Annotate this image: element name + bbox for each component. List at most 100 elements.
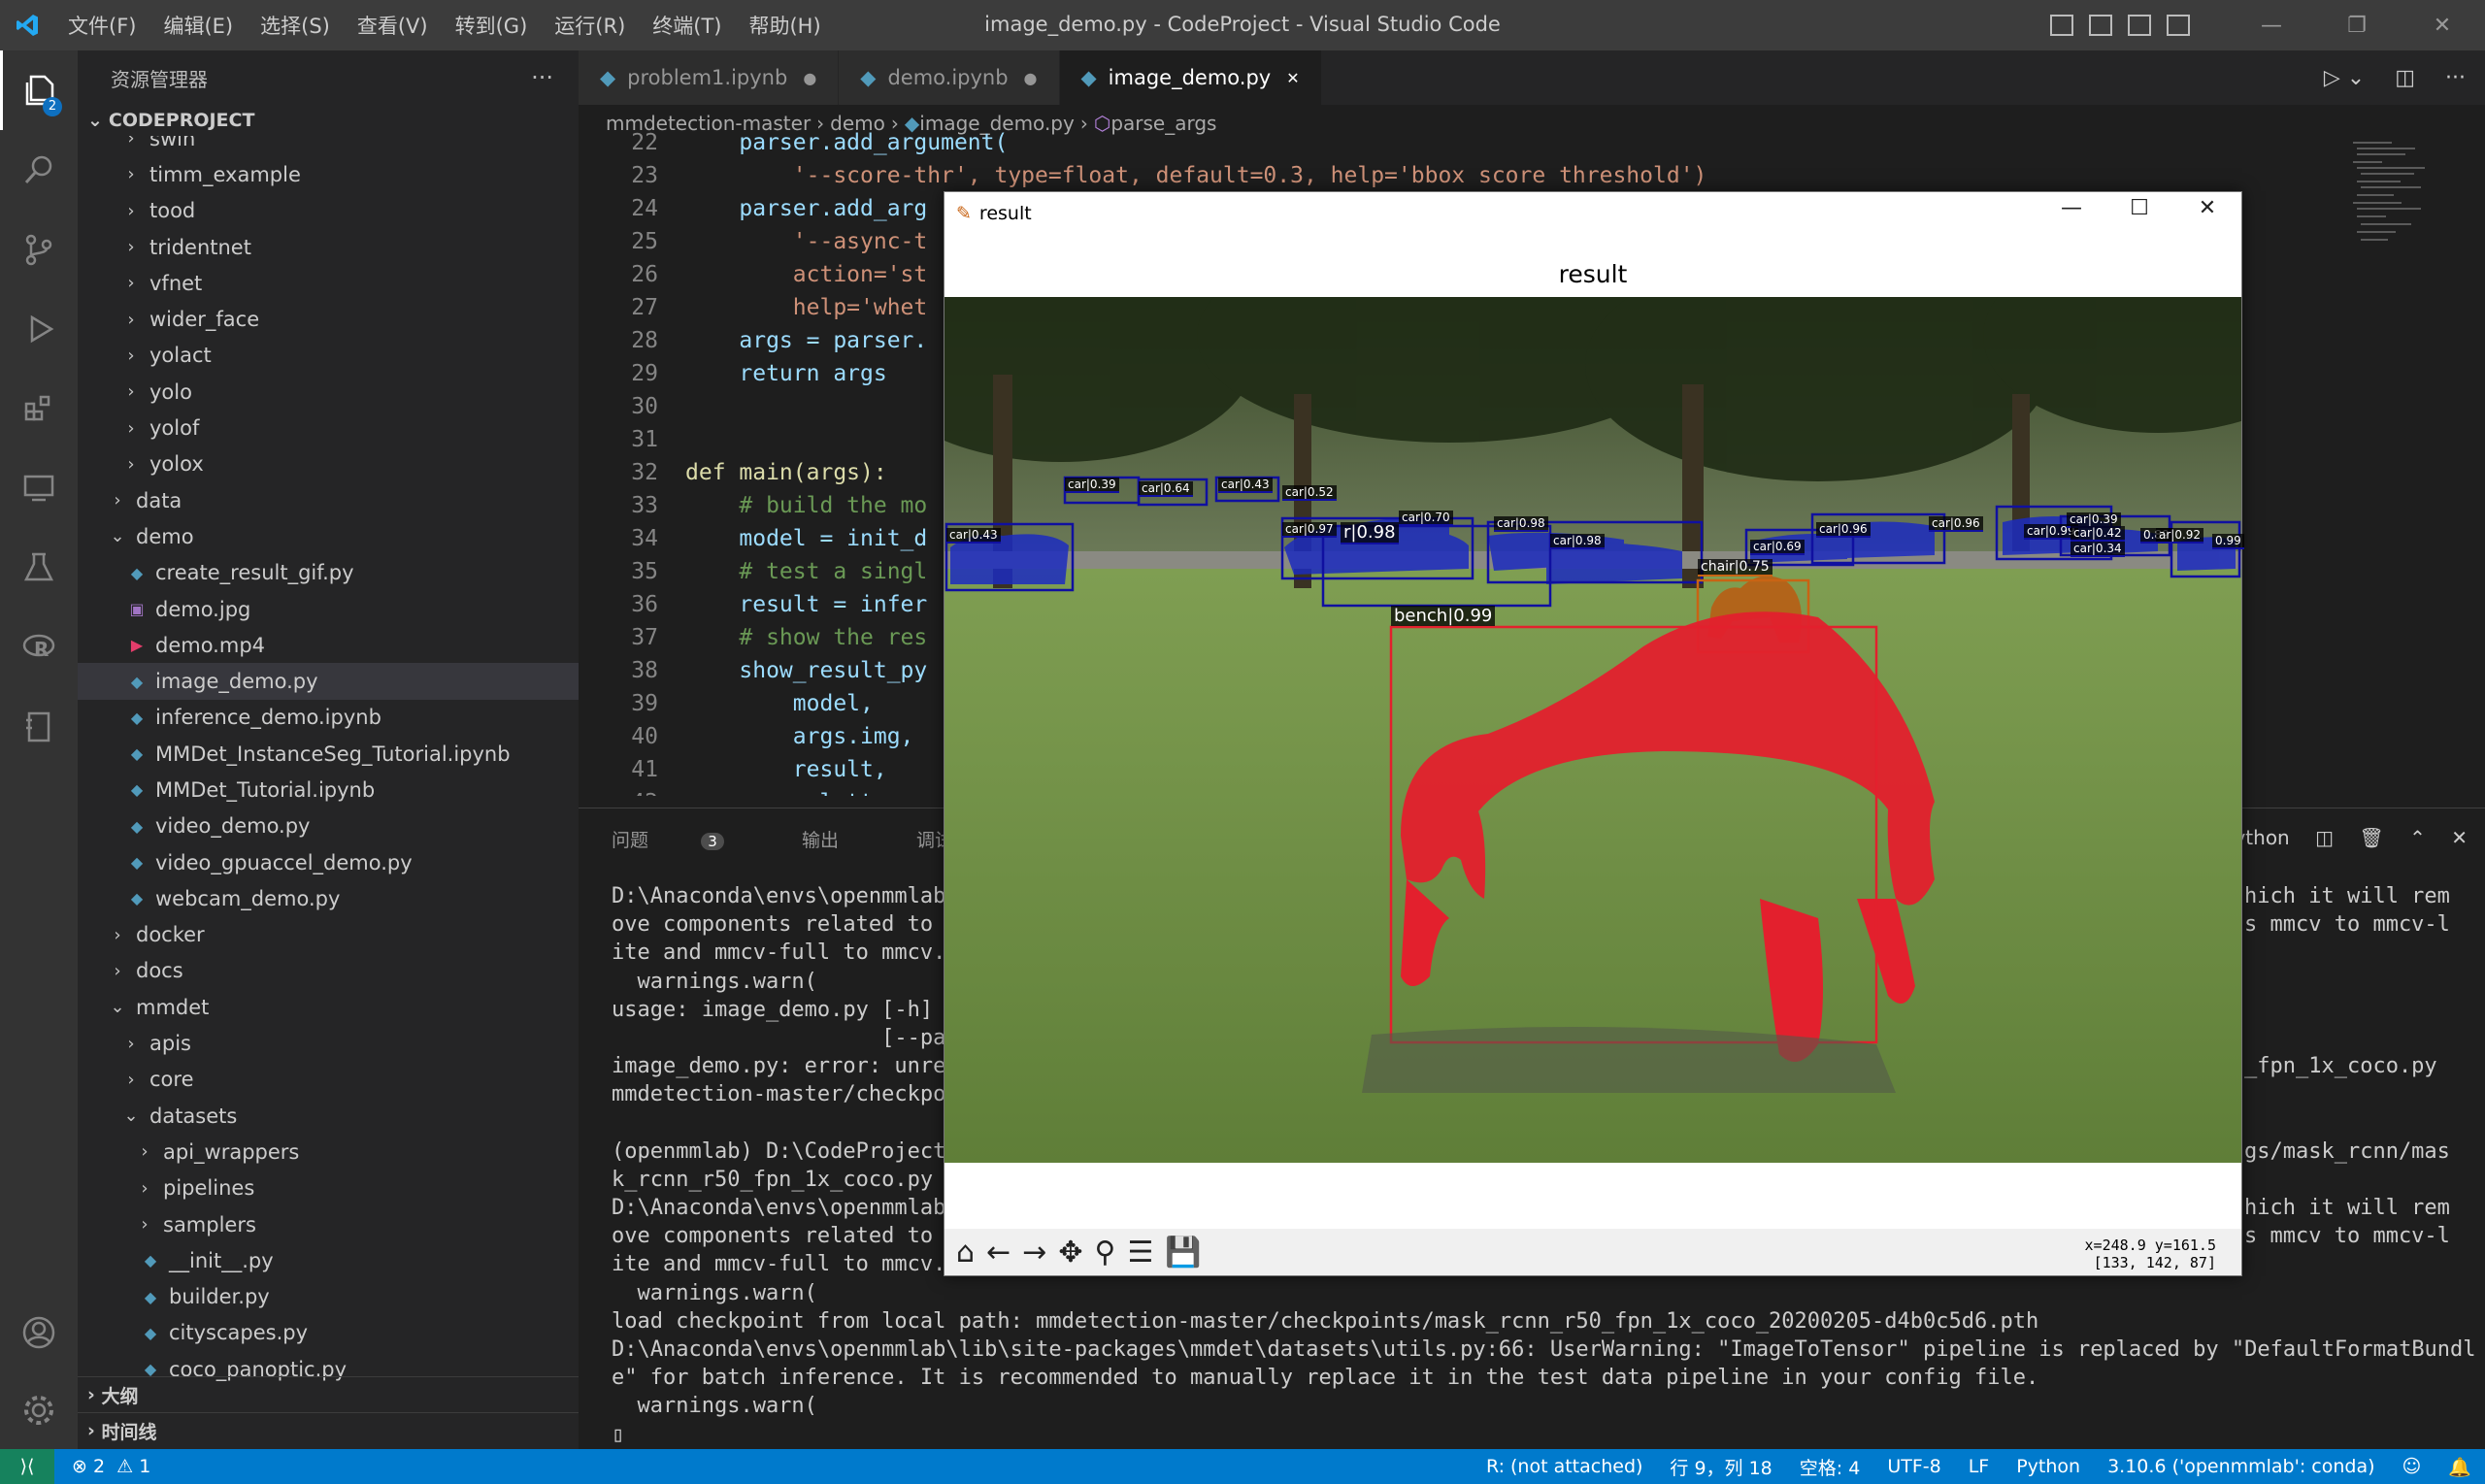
figure-minimize-button[interactable]: — (2038, 196, 2105, 220)
tree-file[interactable]: ◆ cityscapes.py (78, 1315, 579, 1351)
status-item[interactable]: LF (1969, 1456, 1990, 1477)
home-icon[interactable]: ⌂ (956, 1236, 975, 1270)
tree-folder[interactable]: › timm_example (78, 156, 579, 192)
source-control-icon[interactable] (0, 210, 78, 289)
code-line[interactable]: 22 parser.add_argument( (579, 126, 2355, 159)
extensions-icon[interactable] (0, 369, 78, 448)
menu-item[interactable]: 查看(V) (357, 15, 428, 38)
r-language-icon[interactable]: R (0, 608, 78, 687)
settings-gear-icon[interactable] (0, 1370, 78, 1450)
run-debug-icon[interactable] (0, 289, 78, 369)
tree-file[interactable]: ▣ demo.jpg (78, 591, 579, 627)
status-item[interactable]: R: (not attached) (1486, 1456, 1642, 1477)
tree-file[interactable]: ◆ create_result_gif.py (78, 555, 579, 591)
tree-folder[interactable]: › tood (78, 193, 579, 229)
tree-folder[interactable]: ⌄ demo (78, 518, 579, 554)
pan-icon[interactable]: ✥ (1058, 1236, 1082, 1270)
maximize-window-button[interactable]: ❐ (2314, 14, 2400, 38)
editor-tab[interactable]: ◆ demo.ipynb ● (839, 50, 1060, 105)
tree-folder[interactable]: › vfnet (78, 265, 579, 301)
toggle-secondary-sidebar-icon[interactable] (2128, 15, 2151, 36)
close-panel-icon[interactable]: ✕ (2451, 826, 2468, 849)
testing-icon[interactable] (0, 528, 78, 608)
tree-folder[interactable]: › samplers (78, 1206, 579, 1242)
menu-item[interactable]: 运行(R) (554, 15, 625, 38)
tree-file[interactable]: ◆ video_demo.py (78, 808, 579, 844)
code-line[interactable]: 23 '--score-thr', type=float, default=0.… (579, 159, 2355, 192)
save-figure-icon[interactable]: 💾 (1165, 1236, 1201, 1270)
minimap[interactable] (2349, 138, 2466, 283)
menu-item[interactable]: 编辑(E) (163, 15, 233, 38)
status-item[interactable]: 3.10.6 ('openmmlab': conda) (2107, 1456, 2374, 1477)
menu-item[interactable]: 文件(F) (68, 15, 136, 38)
search-icon[interactable] (0, 130, 78, 210)
run-python-file-icon[interactable]: ▷ ⌄ (2324, 66, 2365, 90)
tree-file[interactable]: ◆ inference_demo.ipynb (78, 700, 579, 736)
tree-file[interactable]: ◆ MMDet_Tutorial.ipynb (78, 772, 579, 808)
tree-file[interactable]: ◆ MMDet_InstanceSeg_Tutorial.ipynb (78, 736, 579, 772)
tree-file[interactable]: ◆ __init__.py (78, 1242, 579, 1278)
more-actions-icon[interactable]: ··· (531, 64, 553, 91)
panel-tab[interactable]: 输出 (802, 826, 878, 852)
remote-indicator-icon[interactable]: ⟩⟨ (0, 1449, 54, 1484)
feedback-icon[interactable]: ☺ (2402, 1456, 2422, 1477)
menu-item[interactable]: 选择(S) (260, 15, 330, 38)
maximize-panel-icon[interactable]: ⌃ (2409, 826, 2426, 849)
tree-file[interactable]: ◆ image_demo.py (78, 663, 579, 700)
split-editor-icon[interactable]: ◫ (2395, 66, 2415, 90)
account-icon[interactable] (0, 1293, 78, 1372)
timeline-section[interactable]: › 时间线 (78, 1412, 579, 1448)
workspace-root[interactable]: ⌄ CODEPROJECT (78, 105, 579, 136)
tree-folder[interactable]: ⌄ mmdet (78, 989, 579, 1025)
menu-item[interactable]: 帮助(H) (748, 15, 820, 38)
notifications-bell-icon[interactable]: 🔔 (2448, 1456, 2471, 1478)
tree-folder[interactable]: › api_wrappers (78, 1134, 579, 1170)
panel-tab[interactable]: 问题 3 (612, 826, 763, 852)
editor-tab[interactable]: ◆ problem1.ipynb ● (579, 50, 840, 105)
tree-folder[interactable]: › core (78, 1062, 579, 1098)
tree-file[interactable]: ◆ webcam_demo.py (78, 880, 579, 916)
outline-section[interactable]: › 大纲 (78, 1376, 579, 1412)
close-window-button[interactable]: ✕ (2400, 14, 2485, 38)
more-actions-icon[interactable]: ··· (2445, 66, 2466, 90)
kill-terminal-icon[interactable]: 🗑 (2359, 826, 2383, 849)
figure-close-button[interactable]: ✕ (2173, 196, 2241, 220)
forward-arrow-icon[interactable]: → (1022, 1236, 1046, 1270)
problems-status[interactable]: ⊗ 2 ⚠ 1 (72, 1456, 150, 1477)
minimize-window-button[interactable]: — (2229, 14, 2314, 38)
toggle-panel-icon[interactable] (2089, 15, 2112, 36)
tree-folder[interactable]: › wider_face (78, 301, 579, 337)
unsaved-dot-icon[interactable]: ● (803, 69, 816, 87)
status-item[interactable]: UTF-8 (1887, 1456, 1940, 1477)
customize-layout-icon[interactable] (2167, 15, 2190, 36)
tree-folder[interactable]: ⌄ datasets (78, 1098, 579, 1134)
tree-folder[interactable]: › swin (78, 136, 579, 156)
unsaved-dot-icon[interactable]: ● (1024, 69, 1038, 87)
tree-file[interactable]: ◆ builder.py (78, 1279, 579, 1315)
tree-folder[interactable]: › yolo (78, 374, 579, 410)
tree-folder[interactable]: › yolact (78, 338, 579, 374)
tree-folder[interactable]: › data (78, 482, 579, 518)
tree-file[interactable]: ▶ demo.mp4 (78, 627, 579, 663)
back-arrow-icon[interactable]: ← (986, 1236, 1011, 1270)
tree-folder[interactable]: › tridentnet (78, 229, 579, 265)
figure-canvas[interactable]: result bench|0.99 chair|0.75 car|0.43 ca… (944, 235, 2244, 1229)
figure-maximize-button[interactable]: ☐ (2105, 196, 2173, 220)
editor-tab[interactable]: ◆ image_demo.py ✕ (1059, 50, 1322, 105)
tree-folder[interactable]: › yolox (78, 446, 579, 482)
zoom-icon[interactable]: ⚲ (1094, 1236, 1115, 1270)
menu-item[interactable]: 转到(G) (455, 15, 528, 38)
split-terminal-icon[interactable]: ◫ (2315, 826, 2334, 849)
tree-folder[interactable]: › docs (78, 953, 579, 989)
tree-folder[interactable]: › docker (78, 917, 579, 953)
tree-folder[interactable]: › apis (78, 1025, 579, 1061)
status-item[interactable]: 空格: 4 (1800, 1454, 1861, 1480)
configure-subplots-icon[interactable]: ☰ (1127, 1236, 1153, 1270)
tree-folder[interactable]: › pipelines (78, 1171, 579, 1206)
tree-file[interactable]: ◆ video_gpuaccel_demo.py (78, 844, 579, 880)
status-item[interactable]: 行 9，列 18 (1670, 1454, 1772, 1480)
notebook-icon[interactable] (0, 687, 78, 767)
close-tab-icon[interactable]: ✕ (1286, 69, 1299, 87)
explorer-icon[interactable]: 2 (0, 50, 78, 130)
remote-explorer-icon[interactable] (0, 448, 78, 528)
